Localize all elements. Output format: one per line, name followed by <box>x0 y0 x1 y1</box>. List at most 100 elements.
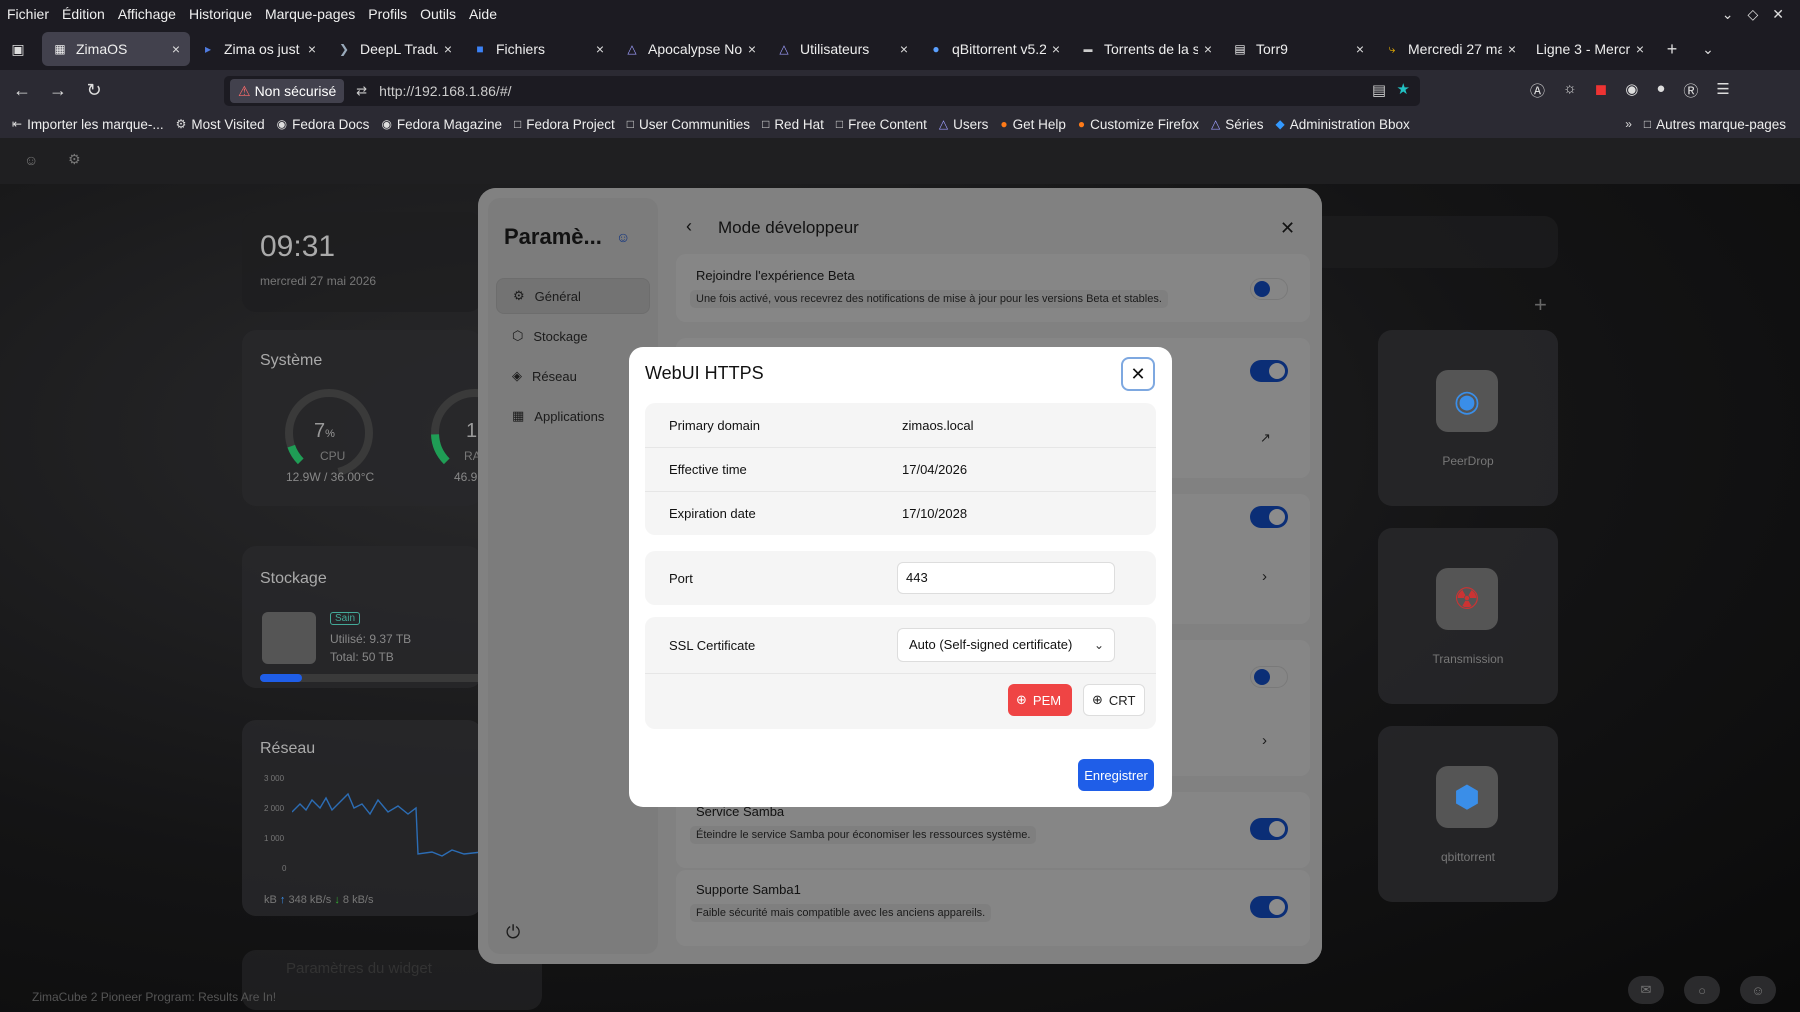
tab-utilisateurs[interactable]: △ Utilisateurs × <box>766 32 918 66</box>
bookmark-free-content[interactable]: □ Free Content <box>830 117 933 132</box>
qbittorrent-icon: ● <box>932 42 940 56</box>
app-qbittorrent[interactable]: ⬢ qbittorrent <box>1378 726 1558 902</box>
folder-icon: □ <box>1643 117 1652 131</box>
ram-stats: 46.9 <box>454 470 478 484</box>
close-icon[interactable]: × <box>1636 41 1644 57</box>
network-widget[interactable]: Réseau 3 000 2 000 1 000 0 kB ↑ 348 kB/s… <box>242 720 482 916</box>
tab-zima-os[interactable]: ▸ Zima os just set × <box>190 32 326 66</box>
close-icon[interactable]: × <box>1204 41 1212 57</box>
folder-icon: □ <box>835 117 844 131</box>
widget-settings-label: Paramètres du widget <box>286 960 432 977</box>
bookmark-get-help[interactable]: ● Get Help <box>994 117 1072 132</box>
forward-icon[interactable]: → <box>40 80 76 101</box>
close-icon[interactable]: × <box>172 41 180 57</box>
url-bar[interactable]: ⚠ Non sécurisé ⇄ http://192.168.1.86/#/ … <box>224 76 1420 106</box>
extensions-icon[interactable]: ☼ <box>1563 80 1577 101</box>
bookmark-customize-firefox[interactable]: ● Customize Firefox <box>1072 117 1205 132</box>
close-window-icon[interactable]: ✕ <box>1772 6 1784 23</box>
chat-icon[interactable]: ◉ <box>1625 80 1638 101</box>
close-icon: ✕ <box>1130 363 1146 384</box>
grammarly-icon[interactable]: Ⓡ <box>1683 80 1698 101</box>
menu-edition[interactable]: Édition <box>55 6 111 22</box>
close-icon[interactable]: × <box>308 41 316 57</box>
gear-icon: ⚙ <box>175 117 187 131</box>
reader-view-icon[interactable]: ▤ <box>1372 81 1386 99</box>
close-icon[interactable]: × <box>1356 41 1364 57</box>
dialog-close-button[interactable]: ✕ <box>1121 357 1155 391</box>
tab-deepl[interactable]: ❯ DeepL Traductio × <box>326 32 462 66</box>
menu-marque-pages[interactable]: Marque-pages <box>258 6 361 22</box>
user-icon[interactable]: ☺ <box>1740 976 1776 1004</box>
back-icon[interactable]: ← <box>4 80 40 101</box>
close-icon[interactable]: × <box>596 41 604 57</box>
app-transmission[interactable]: ☢ Transmission <box>1378 528 1558 704</box>
bookmark-star-icon[interactable]: ★ <box>1397 80 1410 98</box>
dot-icon[interactable]: ● <box>1656 80 1665 101</box>
info-value: zimaos.local <box>902 417 974 433</box>
reload-icon[interactable]: ↻ <box>76 80 112 101</box>
url-text[interactable]: http://192.168.1.86/#/ <box>379 83 511 99</box>
bookmark-administration-bbox[interactable]: ◆ Administration Bbox <box>1269 117 1415 132</box>
system-widget[interactable]: Système 7% CPU 12.9W / 36.00°C 1 RA 46.9 <box>242 330 482 506</box>
tab-list-icon[interactable]: ▣ <box>0 41 36 58</box>
close-icon[interactable]: × <box>748 41 756 57</box>
footer-news[interactable]: ZimaCube 2 Pioneer Program: Results Are … <box>32 990 276 1004</box>
tab-zimaos[interactable]: ▦ ZimaOS × <box>42 32 190 66</box>
menu-fichier[interactable]: Fichier <box>0 6 55 22</box>
menu-historique[interactable]: Historique <box>182 6 258 22</box>
ublock-icon[interactable]: ◼ <box>1595 80 1607 101</box>
info-row-effective-time: Effective time 17/04/2026 <box>645 447 1156 491</box>
close-icon[interactable]: × <box>444 41 452 57</box>
ssl-certificate-select[interactable]: Auto (Self-signed certificate) ⌄ <box>897 628 1115 662</box>
tab-fichiers[interactable]: ■ Fichiers × <box>462 32 614 66</box>
menu-profils[interactable]: Profils <box>361 6 413 22</box>
crt-button[interactable]: ⊕ CRT <box>1083 684 1145 716</box>
bookmark-fedora-project[interactable]: □ Fedora Project <box>508 117 621 132</box>
menu-aide[interactable]: Aide <box>462 6 503 22</box>
bookmark-other[interactable]: □ Autres marque-pages <box>1638 117 1792 132</box>
add-app-icon[interactable]: + <box>1534 292 1547 318</box>
bookmark-red-hat[interactable]: □ Red Hat <box>756 117 830 132</box>
bookmark-fedora-magazine[interactable]: ◉ Fedora Magazine <box>375 117 508 132</box>
storage-widget[interactable]: Stockage Sain Utilisé: 9.37 TB Total: 50… <box>242 546 482 688</box>
close-icon[interactable]: × <box>1052 41 1060 57</box>
user-icon[interactable]: ☺ <box>24 152 38 168</box>
tab-mercredi[interactable]: ⤷ Mercredi 27 mai × <box>1374 32 1526 66</box>
bookmark-import[interactable]: ⇤ Importer les marque-... <box>6 117 170 132</box>
bookmark-users[interactable]: △ Users <box>933 117 995 132</box>
search-widget[interactable] <box>1310 216 1558 268</box>
menu-affichage[interactable]: Affichage <box>111 6 182 22</box>
hamburger-menu-icon[interactable]: ☰ <box>1716 80 1729 101</box>
close-icon[interactable]: × <box>900 41 908 57</box>
triangle-icon: △ <box>779 42 789 56</box>
permissions-icon[interactable]: ⇄ <box>356 83 367 99</box>
tab-torrents[interactable]: ▬ Torrents de la sé × <box>1070 32 1222 66</box>
tab-qbittorrent[interactable]: ● qBittorrent v5.2 × <box>918 32 1070 66</box>
chevron-down-icon[interactable]: ⌄ <box>1722 6 1734 23</box>
menu-outils[interactable]: Outils <box>413 6 462 22</box>
account-icon[interactable]: Ⓐ <box>1530 80 1545 101</box>
tab-ligne-3[interactable]: Ligne 3 - Mercredi 2 × <box>1526 32 1654 66</box>
port-input[interactable]: 443 <box>897 562 1115 594</box>
mail-icon[interactable]: ✉ <box>1628 976 1664 1004</box>
save-button[interactable]: Enregistrer <box>1078 759 1154 791</box>
cert-info-group: Primary domain zimaos.local Effective ti… <box>645 403 1156 535</box>
pem-button[interactable]: ⊕ PEM <box>1008 684 1072 716</box>
bookmark-most-visited[interactable]: ⚙ Most Visited <box>170 117 271 132</box>
bookmark-user-communities[interactable]: □ User Communities <box>621 117 756 132</box>
tab-apocalypse-now[interactable]: △ Apocalypse Now × <box>614 32 766 66</box>
security-badge[interactable]: ⚠ Non sécurisé <box>230 79 345 103</box>
app-peerdrop[interactable]: ◉ PeerDrop <box>1378 330 1558 506</box>
chevron-down-icon[interactable]: ⌄ <box>1690 41 1726 58</box>
chat-icon[interactable]: ○ <box>1684 976 1720 1004</box>
gear-icon[interactable]: ⚙ <box>68 151 81 168</box>
restore-window-icon[interactable]: ◇ <box>1747 6 1758 23</box>
new-tab-icon[interactable]: + <box>1654 39 1690 60</box>
bookmark-series[interactable]: △ Séries <box>1205 117 1270 132</box>
tab-torr9[interactable]: ▤ Torr9 × <box>1222 32 1374 66</box>
grid-icon: ▦ <box>54 42 66 56</box>
close-icon[interactable]: × <box>1508 41 1516 57</box>
triangle-icon: △ <box>1210 117 1221 131</box>
bookmarks-overflow[interactable]: » <box>1619 117 1638 131</box>
bookmark-fedora-docs[interactable]: ◉ Fedora Docs <box>271 117 376 132</box>
